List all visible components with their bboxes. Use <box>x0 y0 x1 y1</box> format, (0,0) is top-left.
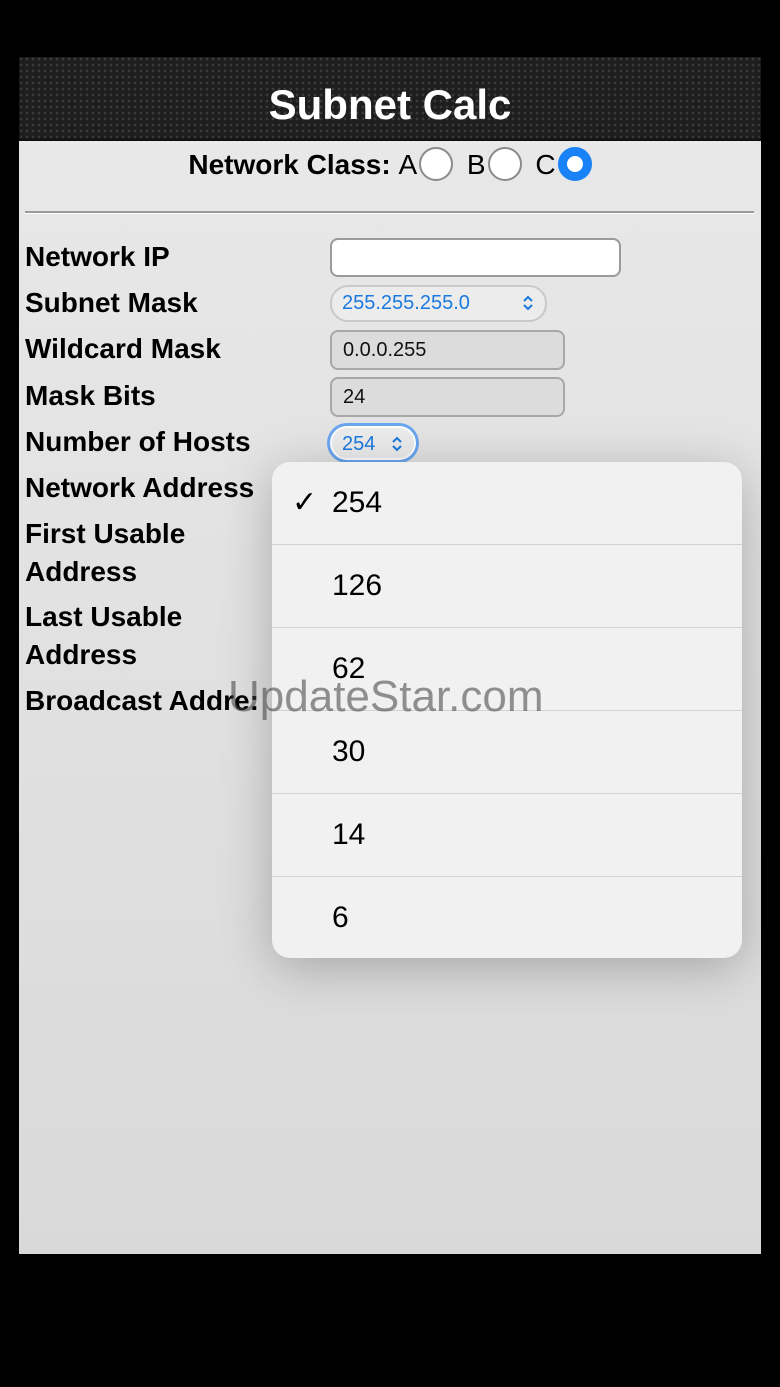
chevron-updown-icon <box>390 428 404 465</box>
network-class-label: Network Class: <box>188 149 391 180</box>
chevron-updown-icon <box>521 287 535 324</box>
checkmark-icon: ✓ <box>292 486 318 519</box>
hosts-option-label: 254 <box>332 486 383 519</box>
class-c-label: C <box>535 149 556 181</box>
hosts-option-label: 14 <box>332 818 366 851</box>
broadcast-address-label: Broadcast Addre: <box>25 685 259 716</box>
last-usable-label-1: Last Usable <box>25 601 183 632</box>
network-class-row: Network Class: A B C <box>19 146 761 199</box>
title-bar: Subnet Calc <box>19 57 761 141</box>
network-ip-input[interactable] <box>330 238 621 277</box>
first-usable-label-1: First Usable <box>25 518 186 549</box>
class-a-option[interactable]: A <box>398 146 454 184</box>
hosts-option[interactable]: 6 <box>272 877 742 958</box>
mask-bits-field: 24 <box>330 377 565 417</box>
first-usable-label-2: Address <box>25 556 138 587</box>
class-b-option[interactable]: B <box>466 146 522 184</box>
wildcard-mask-label: Wildcard Mask <box>25 333 221 364</box>
class-c-radio[interactable] <box>557 146 592 181</box>
subnet-mask-value: 255.255.255.0 <box>342 292 470 314</box>
class-a-radio[interactable] <box>419 146 454 181</box>
class-c-option[interactable]: C <box>535 146 592 184</box>
hosts-option-label: 6 <box>332 901 349 934</box>
hosts-option[interactable]: 14 <box>272 794 742 877</box>
class-a-label: A <box>398 149 418 181</box>
number-of-hosts-select[interactable]: 254 <box>330 426 416 460</box>
hosts-option-label: 30 <box>332 735 366 768</box>
number-of-hosts-label: Number of Hosts <box>25 426 251 457</box>
hosts-option[interactable]: 30 <box>272 711 742 794</box>
wildcard-mask-field: 0.0.0.255 <box>330 330 565 370</box>
divider <box>25 211 754 214</box>
subnet-mask-select[interactable]: 255.255.255.0 <box>330 285 547 322</box>
class-b-label: B <box>466 149 486 181</box>
subnet-mask-label: Subnet Mask <box>25 287 198 318</box>
hosts-option[interactable]: ✓ 254 <box>272 462 742 545</box>
class-b-radio[interactable] <box>487 146 522 181</box>
number-of-hosts-value: 254 <box>342 433 376 455</box>
network-ip-label: Network IP <box>25 241 170 272</box>
network-address-label: Network Address <box>25 472 255 503</box>
hosts-option-label: 126 <box>332 569 383 602</box>
app-title: Subnet Calc <box>268 81 512 128</box>
watermark: UpdateStar.com <box>228 672 544 721</box>
last-usable-label-2: Address <box>25 639 138 670</box>
mask-bits-label: Mask Bits <box>25 380 156 411</box>
hosts-option[interactable]: 126 <box>272 545 742 628</box>
